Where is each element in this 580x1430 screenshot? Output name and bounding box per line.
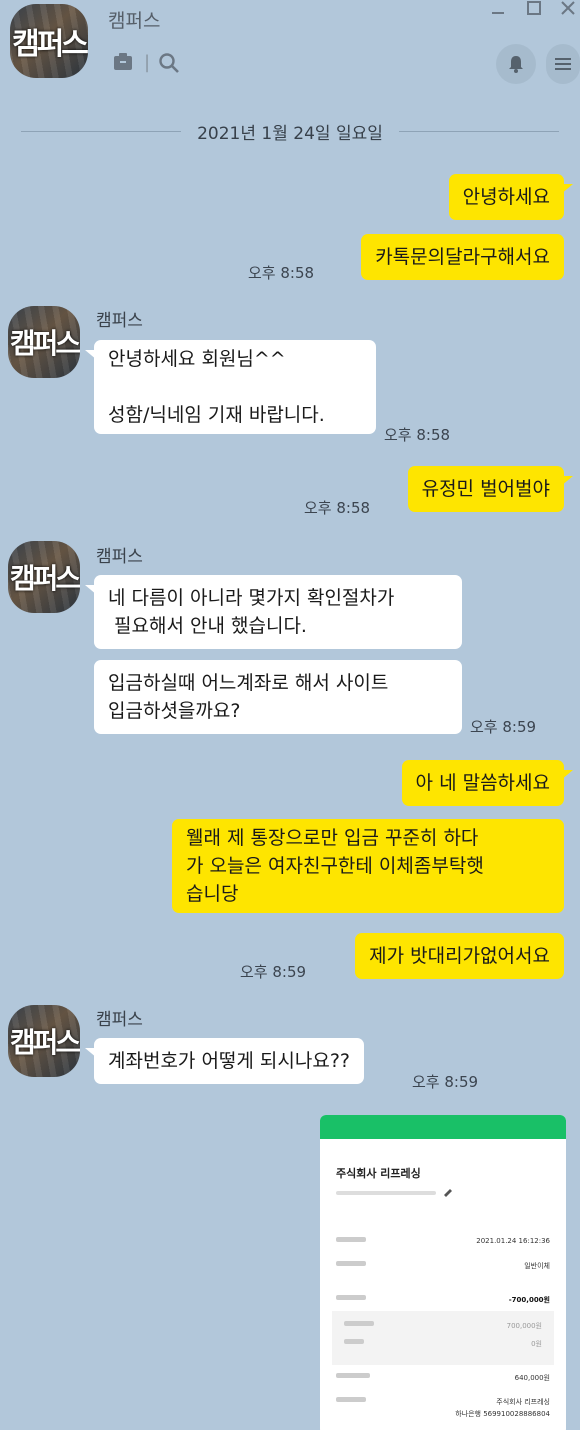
message-time: 오후 8:58 [304, 499, 371, 517]
receipt-row-balance: 640,000원 [336, 1373, 550, 1383]
receipt-account-name: 주식회사 리프레싱 [496, 1398, 550, 1406]
date-line-left [21, 130, 182, 132]
message-time: 오후 8:59 [412, 1073, 479, 1091]
minimize-icon[interactable] [490, 0, 506, 20]
receipt-topbar [320, 1115, 566, 1139]
receipt-detail-box [332, 1311, 554, 1365]
receipt-label-blur [336, 1373, 370, 1383]
receipt-row-amount: -700,000원 [336, 1295, 550, 1305]
sender-avatar[interactable]: 캠퍼스 [8, 541, 80, 613]
date-label: 2021년 1월 24일 일요일 [197, 123, 383, 144]
sender-name: 캠퍼스 [96, 311, 143, 331]
date-line-right [398, 130, 559, 132]
avatar-text: 캠퍼스 [9, 1026, 80, 1059]
bell-icon [509, 56, 523, 73]
receipt-row-account-number: 하나은행 569910028886804 [336, 1409, 550, 1419]
sender-name: 캠퍼스 [96, 1010, 143, 1030]
maximize-icon[interactable] [526, 0, 542, 20]
receipt-subtitle [336, 1189, 456, 1199]
my-message-bubble[interactable]: 유정민 벌어벌야 [407, 466, 574, 512]
receipt-method: 일반이체 [524, 1262, 550, 1270]
receipt-row-account: 주식회사 리프레싱 [336, 1397, 550, 1407]
receipt-company: 주식회사 리프레싱 [336, 1167, 421, 1180]
receipt-balance: 640,000원 [514, 1374, 550, 1382]
receipt-label-blur [336, 1261, 366, 1271]
my-message-bubble[interactable]: 아 네 말씀하세요 [401, 760, 574, 806]
sender-avatar[interactable]: 캠퍼스 [8, 1005, 80, 1077]
receipt-label-blur [336, 1295, 366, 1305]
other-message-bubble[interactable]: 입금하실때 어느계좌로 해서 사이트 입금하셧을까요? [94, 660, 462, 734]
chat-header: 캠퍼스 캠퍼스 | [0, 0, 580, 100]
receipt-amount: -700,000원 [508, 1296, 550, 1304]
search-icon[interactable] [158, 52, 180, 79]
my-message-bubble[interactable]: 제가 밧대리가없어서요 [355, 933, 564, 979]
receipt-row-fee: 0원 [344, 1339, 542, 1349]
receipt-account-number: 하나은행 569910028886804 [455, 1410, 550, 1418]
sender-avatar[interactable]: 캠퍼스 [8, 306, 80, 378]
chatroom-avatar[interactable]: 캠퍼스 [10, 4, 88, 78]
date-separator: 2021년 1월 24일 일요일 [0, 118, 580, 144]
avatar-text: 캠퍼스 [9, 562, 80, 595]
avatar-text: 캠퍼스 [12, 27, 88, 62]
other-message-bubble[interactable]: 계좌번호가 어떻게 되시나요?? [84, 1038, 365, 1084]
receipt-label-blur [344, 1339, 364, 1349]
my-message-bubble[interactable]: 카톡문의달라구해서요 [361, 234, 564, 280]
other-message-bubble[interactable]: 네 다름이 아니라 몇가지 확인절차가 필요해서 안내 했습니다. [85, 575, 462, 649]
receipt-fee: 0원 [531, 1340, 542, 1348]
transfer-receipt-image[interactable]: 주식회사 리프레싱 2021.01.24 16:12:36 일반이체 -700,… [320, 1115, 566, 1430]
message-time: 오후 8:58 [384, 426, 451, 444]
sender-name: 캠퍼스 [96, 547, 143, 567]
message-time: 오후 8:58 [248, 264, 315, 282]
receipt-date: 2021.01.24 16:12:36 [476, 1237, 550, 1245]
drawer-icon[interactable] [112, 52, 134, 77]
my-message-bubble[interactable]: 안녕하세요 [448, 174, 574, 220]
receipt-row-method: 일반이체 [336, 1261, 550, 1271]
message-time: 오후 8:59 [240, 963, 307, 981]
message-time: 오후 8:59 [470, 718, 537, 736]
close-icon[interactable] [560, 0, 576, 20]
notification-bell-button[interactable] [496, 44, 536, 84]
menu-button[interactable] [546, 44, 580, 84]
receipt-transfer: 700,000원 [506, 1322, 542, 1330]
my-message-bubble[interactable]: 웰래 제 통장으로만 입금 꾸준히 하다 가 오늘은 여자친구한테 이체좀부탁햇… [172, 819, 564, 913]
divider: | [144, 52, 151, 73]
chat-title: 캠퍼스 [108, 10, 161, 32]
hamburger-icon [555, 58, 571, 70]
receipt-row-date: 2021.01.24 16:12:36 [336, 1237, 550, 1245]
receipt-label-blur [344, 1321, 374, 1331]
receipt-label-blur [336, 1237, 366, 1245]
avatar-text: 캠퍼스 [9, 327, 80, 360]
receipt-label-blur [336, 1397, 366, 1407]
receipt-row-transfer: 700,000원 [344, 1321, 542, 1331]
other-message-bubble[interactable]: 안녕하세요 회원님^^ 성함/닉네임 기재 바랍니다. [85, 340, 376, 434]
